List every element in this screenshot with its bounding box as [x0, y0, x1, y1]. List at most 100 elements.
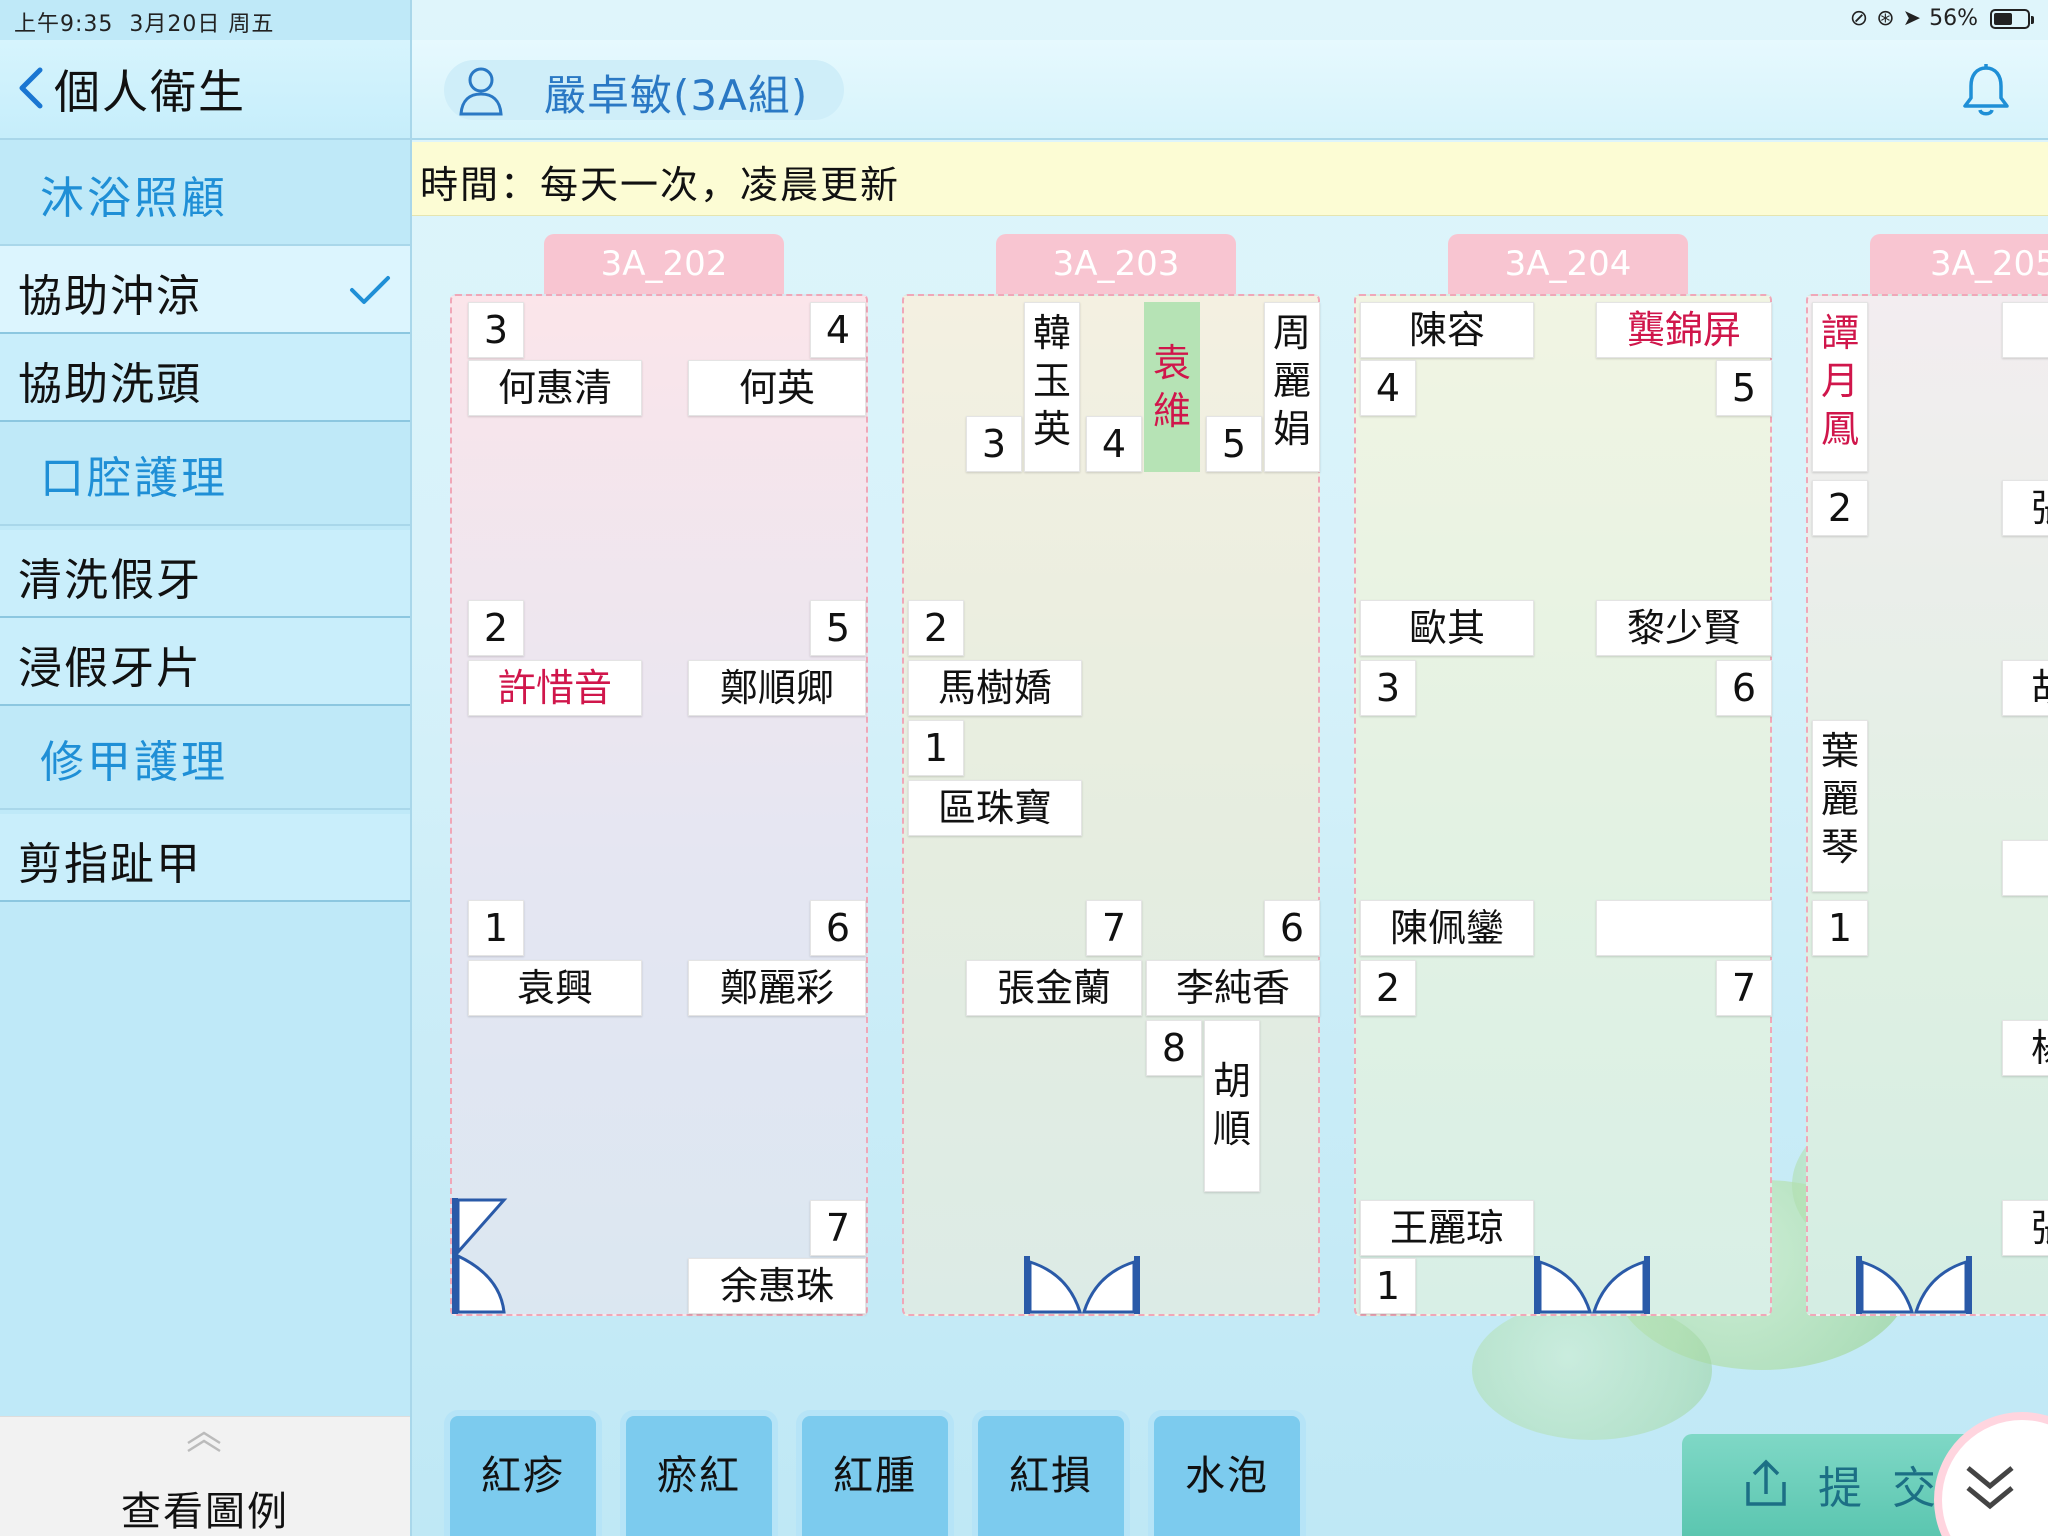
bed-number: 3 — [966, 416, 1022, 472]
sidebar-item-assist-shower[interactable]: 協助沖涼 — [0, 246, 410, 334]
resident-cell[interactable]: 鄭順卿 — [688, 660, 866, 716]
resident-name: 周麗娟 — [1272, 311, 1311, 451]
sidebar-item-soak-denture[interactable]: 浸假牙片 — [0, 618, 410, 706]
resident-cell-vertical[interactable]: 袁維 — [1144, 302, 1200, 472]
back-button[interactable] — [16, 64, 56, 116]
view-legend-button[interactable]: 查看圖例 — [0, 1416, 410, 1536]
resident-cell[interactable]: 區珠寶 — [908, 780, 1082, 836]
resident-cell[interactable]: 龔錦屏 — [1596, 302, 1772, 358]
category-button-swelling[interactable]: 紅腫 — [796, 1410, 954, 1536]
section-label: 沐浴照顧 — [40, 173, 228, 224]
room-tab-3a-204: 3A_204 — [1448, 234, 1688, 298]
bed-number: 2 — [908, 600, 964, 656]
upload-icon — [1746, 1459, 1786, 1506]
category-button-bruise[interactable]: 瘀紅 — [620, 1410, 778, 1536]
resident-cell-vertical[interactable]: 葉麗琴 — [1812, 720, 1868, 892]
bed-number: 1 — [908, 720, 964, 776]
resident-cell-partial[interactable] — [2002, 302, 2048, 358]
resident-cell-partial[interactable]: 張 — [2002, 1200, 2048, 1256]
bed-number: 3 — [468, 302, 524, 358]
bed-number: 5 — [1206, 416, 1262, 472]
resident-cell[interactable]: 張金蘭 — [966, 960, 1142, 1016]
room-tab-3a-202: 3A_202 — [544, 234, 784, 298]
bed-number: 2 — [1812, 480, 1868, 536]
section-label: 口腔護理 — [40, 453, 228, 504]
category-button-rash[interactable]: 紅疹 — [444, 1410, 602, 1536]
bed-number: 5 — [1716, 360, 1772, 416]
resident-cell[interactable]: 何英 — [688, 360, 866, 416]
resident-cell[interactable]: 余惠珠 — [688, 1258, 866, 1314]
battery-percent: 56% — [1929, 6, 1978, 31]
section-bathing: 沐浴照顧 — [0, 142, 410, 246]
bell-icon[interactable] — [1960, 62, 2012, 120]
chevron-down-double-icon — [1966, 1466, 2014, 1510]
room-3a-202: 3 何惠清 4 何英 2 許惜音 5 鄭順卿 1 袁興 6 鄭麗彩 7 余惠珠 — [450, 294, 868, 1316]
room-3a-203: 3 韓玉英 4 袁維 5 周麗娟 2 馬樹嬌 1 區珠寶 7 張金蘭 6 李純香… — [902, 294, 1320, 1316]
main-panel: 嚴卓敏(3A組) 時間：每天一次，凌晨更新 3A_202 3 何惠清 4 何英 … — [412, 0, 2048, 1536]
resident-cell-vertical[interactable]: 胡順 — [1204, 1020, 1260, 1192]
section-label: 修甲護理 — [40, 737, 228, 788]
chevron-up-double-icon — [187, 1431, 221, 1453]
resident-cell[interactable]: 陳容 — [1360, 302, 1534, 358]
bed-number: 4 — [1360, 360, 1416, 416]
resident-cell[interactable]: 鄭麗彩 — [688, 960, 866, 1016]
user-icon — [459, 67, 503, 116]
resident-cell-partial[interactable]: 楊 — [2002, 1020, 2048, 1076]
door-icon — [1024, 1256, 1140, 1314]
bed-number: 4 — [810, 302, 866, 358]
door-icon — [452, 1198, 508, 1314]
resident-name: 袁維 — [1152, 341, 1191, 433]
sidebar-item-label: 清洗假牙 — [18, 555, 202, 606]
bed-number: 1 — [1360, 1258, 1416, 1314]
resident-cell[interactable]: 李純香 — [1146, 960, 1320, 1016]
door-icon — [1856, 1256, 1972, 1314]
resident-cell[interactable]: 何惠清 — [468, 360, 642, 416]
location-icon: ➤ — [1902, 6, 1922, 31]
bed-number: 4 — [1086, 416, 1142, 472]
resident-cell[interactable]: 袁興 — [468, 960, 642, 1016]
bed-number: 6 — [1716, 660, 1772, 716]
room-3a-204: 陳容 4 龔錦屏 5 歐其 3 黎少賢 6 陳佩鑾 2 7 王麗琼 1 — [1354, 294, 1772, 1316]
resident-name: 胡順 — [1212, 1059, 1251, 1151]
resident-cell-partial[interactable]: 胡 — [2002, 660, 2048, 716]
resident-cell-partial[interactable]: 張 — [2002, 480, 2048, 536]
bed-number: 2 — [1360, 960, 1416, 1016]
status-bar: 上午9:35 3月20日 周五 ⊘ ⊛ ➤ 56% — [0, 0, 2048, 40]
resident-cell-vertical[interactable]: 韓玉英 — [1024, 302, 1080, 472]
bed-number: 3 — [1360, 660, 1416, 716]
resident-cell[interactable]: 陳佩鑾 — [1360, 900, 1534, 956]
section-nail-care: 修甲護理 — [0, 706, 410, 810]
resident-name: 譚月鳳 — [1820, 311, 1859, 451]
resident-cell[interactable]: 歐其 — [1360, 600, 1534, 656]
section-oral-care: 口腔護理 — [0, 422, 410, 526]
resident-cell[interactable]: 王麗琼 — [1360, 1200, 1534, 1256]
resident-cell-partial[interactable] — [2002, 840, 2048, 896]
bed-number: 1 — [1812, 900, 1868, 956]
sidebar-item-assist-hairwash[interactable]: 協助洗頭 — [0, 334, 410, 422]
sidebar-header: 個人衛生 — [0, 40, 410, 140]
link-icon: ⊘ — [1849, 6, 1869, 31]
resident-cell-vertical[interactable]: 譚月鳳 — [1812, 302, 1868, 472]
lock-rotation-icon: ⊛ — [1876, 6, 1895, 31]
resident-cell-empty[interactable] — [1596, 900, 1772, 956]
resident-cell[interactable]: 黎少賢 — [1596, 600, 1772, 656]
category-button-blister[interactable]: 水泡 — [1148, 1410, 1306, 1536]
resident-cell[interactable]: 馬樹嬌 — [908, 660, 1082, 716]
info-text: 時間：每天一次，凌晨更新 — [420, 163, 901, 207]
checkmark-icon — [350, 276, 390, 304]
category-button-skin-break[interactable]: 紅損 — [972, 1410, 1130, 1536]
status-date: 3月20日 周五 — [129, 12, 275, 37]
bed-number: 2 — [468, 600, 524, 656]
battery-icon — [1990, 8, 2034, 29]
room-3a-205: 譚月鳳 2 葉麗琴 1 張 胡 楊 張 — [1806, 294, 2048, 1316]
info-bar: 時間：每天一次，凌晨更新 — [412, 142, 2048, 216]
door-icon — [1534, 1256, 1650, 1314]
sidebar-item-cut-nails[interactable]: 剪指趾甲 — [0, 814, 410, 902]
resident-cell[interactable]: 許惜音 — [468, 660, 642, 716]
sidebar-item-label: 協助沖涼 — [18, 271, 202, 322]
sidebar-item-clean-denture[interactable]: 清洗假牙 — [0, 530, 410, 618]
bed-number: 6 — [810, 900, 866, 956]
resident-cell-vertical[interactable]: 周麗娟 — [1264, 302, 1320, 472]
chevron-left-icon — [19, 67, 43, 109]
bed-number: 7 — [1086, 900, 1142, 956]
